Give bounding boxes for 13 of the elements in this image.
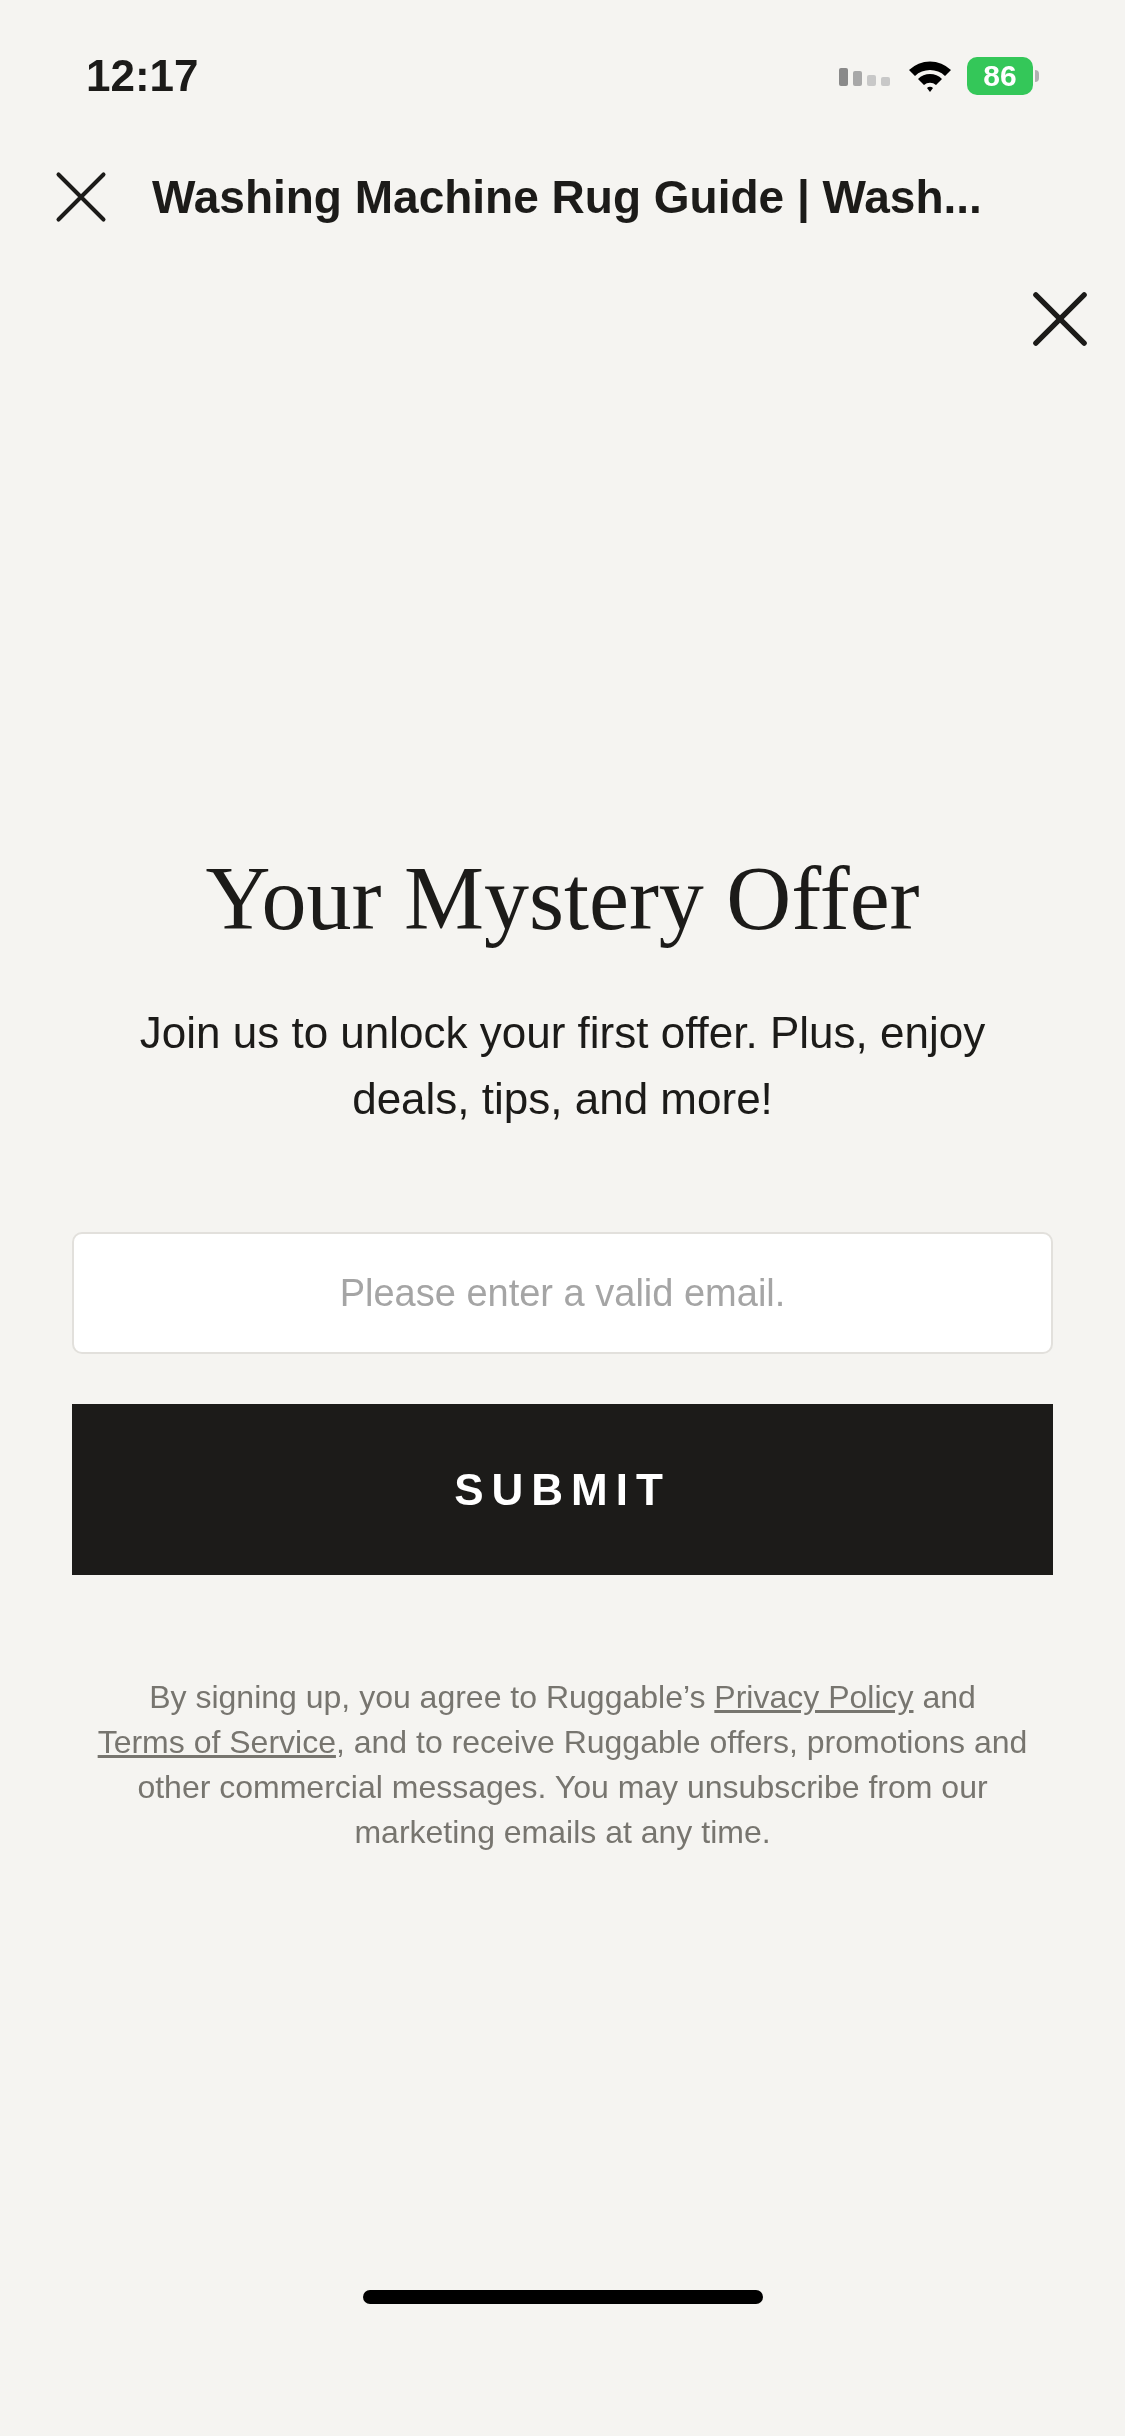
battery-level: 86 [983,61,1017,91]
terms-link[interactable]: Terms of Service [97,1724,336,1760]
status-time: 12:17 [86,50,199,102]
offer-subtitle: Join us to unlock your first offer. Plus, enjoy deals, tips, and more! [138,1007,987,1125]
close-icon[interactable] [1031,290,1089,348]
wifi-icon [907,58,953,94]
email-field[interactable]: Please enter a valid email. [72,1232,1053,1354]
submit-button[interactable]: SUBMIT [72,1404,1053,1575]
legal-text: By signing up, you agree to Ruggable’s Privacy Policy and Terms of Service, and to receive Ruggable offers, promotions and other commercial messages. You may unsubscribe from our marketing emails at any time. [96,1678,1029,1852]
close-icon[interactable] [54,170,108,224]
privacy-policy-link[interactable]: Privacy Policy [714,1679,914,1715]
signal-icon [839,66,893,86]
page-title: Washing Machine Rug Guide | Wash... [152,169,982,225]
